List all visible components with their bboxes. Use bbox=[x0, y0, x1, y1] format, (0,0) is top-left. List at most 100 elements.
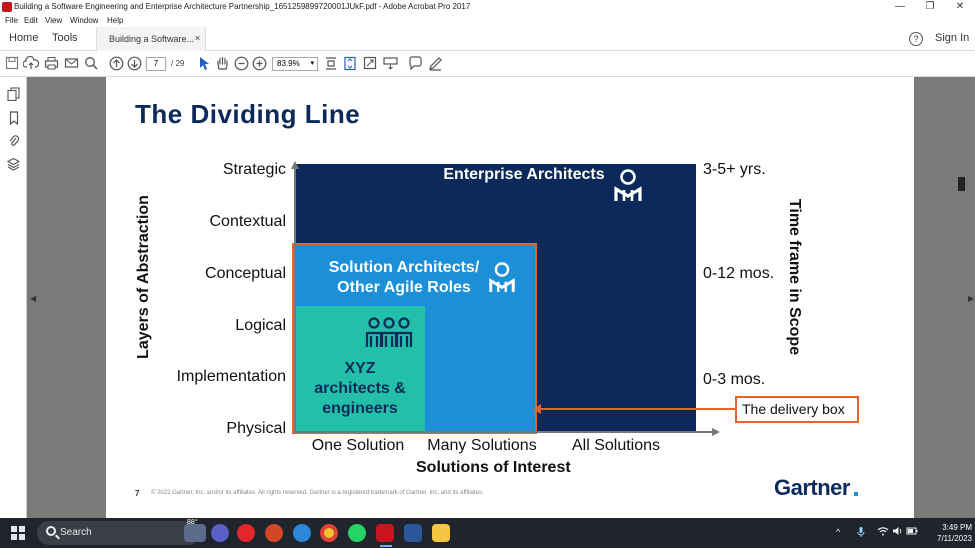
close-button[interactable]: ✕ bbox=[945, 0, 975, 15]
scroll-mode-icon[interactable] bbox=[342, 56, 358, 72]
attachments-icon[interactable] bbox=[7, 134, 20, 148]
tab-tools[interactable]: Tools bbox=[52, 32, 78, 44]
solution-architects-line2: Other Agile Roles bbox=[337, 279, 471, 296]
email-icon[interactable] bbox=[63, 56, 79, 72]
volume-icon[interactable] bbox=[892, 526, 904, 538]
whatsapp-icon[interactable] bbox=[348, 524, 366, 542]
person-icon bbox=[614, 169, 642, 201]
keyboard-icon[interactable] bbox=[382, 56, 398, 72]
hand-tool-icon[interactable] bbox=[214, 56, 230, 72]
gartner-logo: Gartner bbox=[774, 475, 850, 500]
menu-edit[interactable]: Edit bbox=[24, 16, 38, 25]
active-app-indicator bbox=[380, 545, 392, 547]
page-thumbnails-icon[interactable] bbox=[7, 87, 20, 102]
layers-icon[interactable] bbox=[6, 157, 21, 171]
team-icon bbox=[365, 317, 413, 347]
document-viewer[interactable]: ◀ ▶ The Dividing Line Strategic Contextu… bbox=[27, 77, 975, 518]
clock-time: 3:49 PM bbox=[942, 523, 972, 532]
taskbar: Search 88° ^ 3:49 PM 7/11/2023 bbox=[0, 518, 975, 548]
level-implementation: Implementation bbox=[176, 368, 286, 385]
enterprise-architects-label: Enterprise Architects bbox=[443, 166, 605, 183]
sign-in-link[interactable]: Sign In bbox=[935, 32, 969, 44]
windows-start-icon[interactable] bbox=[11, 526, 25, 540]
wifi-icon[interactable] bbox=[877, 526, 889, 538]
close-tab-icon[interactable]: × bbox=[195, 33, 200, 43]
search-icon[interactable] bbox=[83, 56, 99, 72]
right-axis-title: Time frame in Scope bbox=[786, 198, 803, 356]
microphone-icon[interactable] bbox=[857, 526, 865, 540]
minimize-button[interactable]: — bbox=[885, 0, 915, 15]
clock-date: 7/11/2023 bbox=[937, 534, 972, 543]
slide-title: The Dividing Line bbox=[135, 99, 361, 129]
expand-right-pane-icon[interactable]: ▶ bbox=[968, 294, 974, 303]
gartner-logo-dot bbox=[854, 492, 858, 496]
bookmarks-icon[interactable] bbox=[7, 111, 20, 126]
x-all-solutions: All Solutions bbox=[571, 437, 661, 454]
slide-page-number: 7 bbox=[135, 489, 140, 498]
xyz-line2: architects & bbox=[314, 380, 406, 397]
window-title: Building a Software Engineering and Ente… bbox=[14, 2, 471, 11]
select-cursor-icon[interactable] bbox=[196, 56, 212, 72]
comment-icon[interactable] bbox=[407, 56, 423, 72]
tab-document[interactable]: Building a Software... × bbox=[96, 27, 206, 51]
fit-page-icon[interactable] bbox=[323, 56, 339, 72]
maximize-button[interactable]: ❐ bbox=[915, 0, 945, 15]
level-strategic: Strategic bbox=[222, 161, 286, 178]
system-clock[interactable]: 3:49 PM 7/11/2023 bbox=[920, 522, 972, 544]
full-screen-icon[interactable] bbox=[362, 56, 378, 72]
zoom-value: 83.9% bbox=[277, 59, 300, 68]
print-icon[interactable] bbox=[43, 56, 59, 72]
battery-icon[interactable] bbox=[906, 526, 918, 538]
acrobat-app-icon bbox=[2, 2, 12, 12]
callout-line bbox=[539, 408, 735, 410]
menu-help[interactable]: Help bbox=[107, 16, 123, 25]
help-icon[interactable]: ? bbox=[909, 32, 923, 46]
xyz-engineers-region: XYZ architects & engineers bbox=[295, 306, 425, 431]
zoom-out-icon[interactable] bbox=[233, 56, 249, 72]
y-axis-title: Layers of Abstraction bbox=[135, 195, 152, 359]
timeframe-0-3-months: 0-3 mos. bbox=[703, 371, 766, 388]
chrome-browser-icon[interactable] bbox=[320, 524, 338, 542]
app-red-icon[interactable] bbox=[237, 524, 255, 542]
upload-icon[interactable] bbox=[22, 55, 40, 72]
solution-architects-line1: Solution Architects/ bbox=[328, 259, 480, 276]
tab-home[interactable]: Home bbox=[9, 32, 38, 44]
zoom-level-select[interactable]: 83.9% ▾ bbox=[272, 57, 318, 71]
solution-architects-label: Solution Architects/ Other Agile Roles bbox=[304, 258, 504, 298]
pen-icon[interactable] bbox=[427, 56, 443, 72]
xyz-line3: engineers bbox=[322, 400, 398, 417]
file-explorer-icon[interactable] bbox=[432, 524, 450, 542]
edge-browser-icon[interactable] bbox=[293, 524, 311, 542]
weather-temperature: 88° bbox=[187, 519, 198, 526]
taskbar-search[interactable]: Search bbox=[37, 521, 200, 545]
x-axis-arrowhead bbox=[712, 428, 720, 436]
powerpoint-icon[interactable] bbox=[265, 524, 283, 542]
pdf-page: The Dividing Line Strategic Contextual C… bbox=[106, 77, 914, 518]
collapse-left-pane-icon[interactable]: ◀ bbox=[30, 294, 36, 303]
tray-overflow-chevron-icon[interactable]: ^ bbox=[836, 527, 840, 537]
callout-arrowhead bbox=[533, 404, 541, 414]
zoom-in-icon[interactable] bbox=[251, 56, 267, 72]
acrobat-taskbar-icon[interactable] bbox=[376, 524, 394, 542]
previous-page-icon[interactable] bbox=[108, 56, 124, 72]
vertical-scrollbar-thumb[interactable] bbox=[958, 177, 965, 191]
y-axis-arrowhead bbox=[291, 161, 299, 169]
level-physical: Physical bbox=[226, 420, 286, 437]
next-page-icon[interactable] bbox=[126, 56, 142, 72]
x-many-solutions: Many Solutions bbox=[427, 437, 537, 454]
menu-view[interactable]: View bbox=[45, 16, 62, 25]
xyz-engineers-label: XYZ architects & engineers bbox=[300, 359, 420, 419]
weather-widget-icon[interactable]: 88° bbox=[184, 519, 206, 542]
x-axis-title: Solutions of Interest bbox=[416, 459, 571, 476]
word-icon[interactable] bbox=[404, 524, 422, 542]
x-axis-line bbox=[294, 431, 714, 433]
copyright-notice: © 2022 Gartner, Inc. and/or its affiliat… bbox=[151, 490, 484, 496]
zoom-app-icon[interactable] bbox=[211, 524, 229, 542]
menu-window[interactable]: Window bbox=[70, 16, 98, 25]
menu-file[interactable]: File bbox=[5, 16, 18, 25]
chevron-down-icon: ▾ bbox=[310, 60, 314, 67]
title-bar: Building a Software Engineering and Ente… bbox=[0, 0, 975, 15]
page-number-input[interactable]: 7 bbox=[146, 57, 166, 71]
person-icon bbox=[489, 262, 515, 292]
save-icon[interactable] bbox=[4, 56, 20, 72]
